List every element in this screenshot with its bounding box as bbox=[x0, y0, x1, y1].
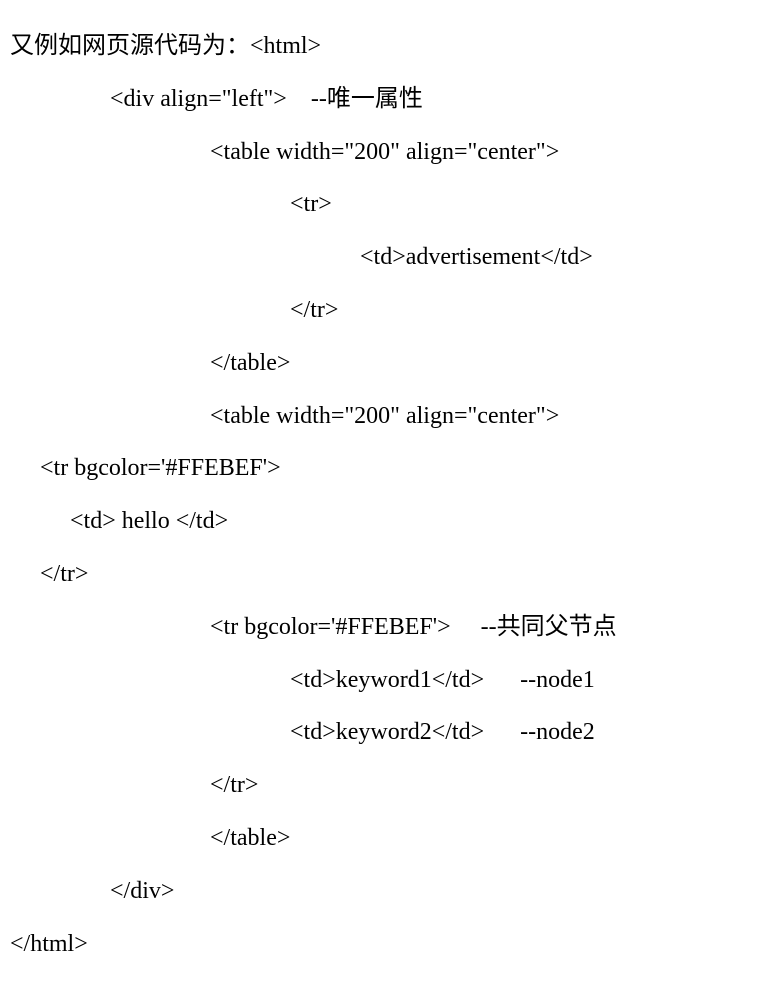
code-line-3: <tr> bbox=[10, 178, 761, 231]
code-line-11: <tr bgcolor='#FFEBEF'> --共同父节点 bbox=[10, 601, 761, 654]
code-line-7: <table width="200" align="center"> bbox=[10, 390, 761, 443]
code-line-12: <td>keyword1</td> --node1 bbox=[10, 654, 761, 707]
code-line-17: </html> bbox=[10, 918, 761, 971]
code-line-1: <div align="left"> --唯一属性 bbox=[10, 73, 761, 126]
code-line-5: </tr> bbox=[10, 284, 761, 337]
code-line-9: <td> hello </td> bbox=[10, 495, 761, 548]
code-line-14: </tr> bbox=[10, 759, 761, 812]
code-line-15: </table> bbox=[10, 812, 761, 865]
code-line-2: <table width="200" align="center"> bbox=[10, 126, 761, 179]
code-line-13: <td>keyword2</td> --node2 bbox=[10, 706, 761, 759]
code-line-16: </div> bbox=[10, 865, 761, 918]
code-line-8: <tr bgcolor='#FFEBEF'> bbox=[10, 442, 761, 495]
code-line-10: </tr> bbox=[10, 548, 761, 601]
code-line-4: <td>advertisement</td> bbox=[10, 231, 761, 284]
code-line-0: 又例如网页源代码为：<html> bbox=[10, 20, 761, 73]
code-line-6: </table> bbox=[10, 337, 761, 390]
